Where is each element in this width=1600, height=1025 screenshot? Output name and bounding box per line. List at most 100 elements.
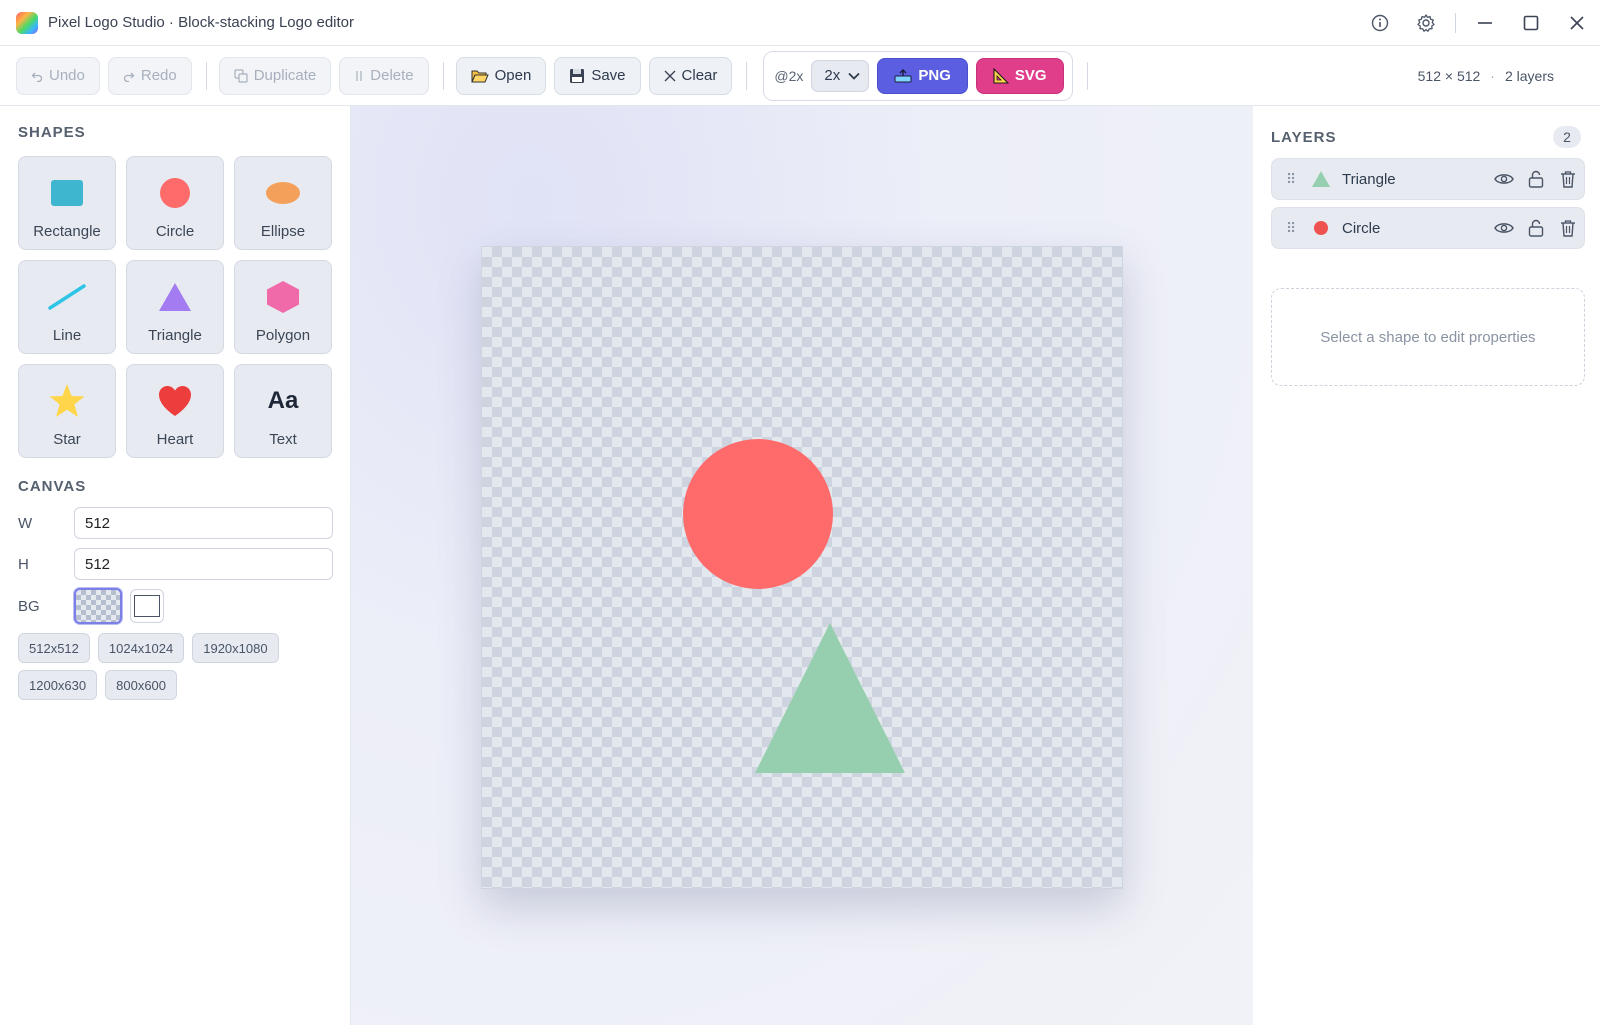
redo-icon [123,72,135,82]
title-separator [1455,13,1456,33]
left-sidebar: SHAPES Rectangle Circle Ellipse Line Tri… [0,106,351,1025]
clear-button[interactable]: Clear [648,56,733,95]
svg-label: SVG [1014,67,1047,84]
triangle-icon [155,279,195,315]
preset-1200x630[interactable]: 1200x630 [18,670,98,700]
layer-count-badge: 2 [1553,126,1581,148]
height-input[interactable]: 512 [74,548,333,580]
white-square-icon [134,595,160,617]
canvas-circle-shape[interactable] [683,439,833,589]
export-group: @2x 2x PNG SVG [763,50,1073,101]
trash-icon[interactable] [1552,212,1584,244]
drag-handle-icon[interactable]: ⠿ [1286,171,1300,188]
shape-label: Heart [156,431,194,448]
shape-label: Line [52,327,82,344]
duplicate-button[interactable]: Duplicate [218,56,332,95]
status-separator: · [1490,68,1495,84]
preset-1920x1080[interactable]: 1920x1080 [192,633,279,663]
layers-header: LAYERS 2 [1271,126,1581,148]
line-icon [47,279,87,315]
circle-icon [155,175,195,211]
text-icon-glyph: Aa [267,387,299,414]
star-icon [47,383,87,419]
bg-transparent-swatch[interactable] [74,588,122,624]
shape-tile-ellipse[interactable]: Ellipse [234,156,332,250]
shape-tile-star[interactable]: Star [18,364,116,458]
canvas-triangle-shape[interactable] [755,623,905,773]
delete-label: Delete [370,67,414,84]
delete-button[interactable]: Delete [339,56,429,95]
width-field-row: W 512 [18,507,333,539]
chevron-down-icon [848,72,861,80]
bg-white-swatch[interactable] [130,589,164,623]
shapes-heading: SHAPES [18,124,86,141]
trash-icon[interactable] [1552,163,1584,195]
triangle-ruler-icon [993,67,1009,84]
redo-button[interactable]: Redo [107,56,192,95]
bg-field-row: BG [18,588,333,624]
scale-select[interactable]: 2x [811,59,870,92]
canvas-status: 512 × 512 · 2 layers [1418,46,1554,106]
heart-icon [155,383,195,419]
shape-label: Text [269,431,297,448]
shape-label: Rectangle [33,223,101,240]
unlock-icon[interactable] [1520,212,1552,244]
size-presets-row-2: 1200x630 800x600 [18,670,178,700]
close-icon[interactable] [1554,0,1600,46]
shape-label: Star [53,431,81,448]
window-title: Pixel Logo Studio · Block-stacking Logo … [48,14,355,31]
layer-row-triangle[interactable]: ⠿ Triangle [1271,158,1585,200]
polygon-icon [263,279,303,315]
shape-palette: Rectangle Circle Ellipse Line Triangle P… [18,156,332,458]
info-icon[interactable] [1357,0,1403,46]
export-png-button[interactable]: PNG [877,57,968,94]
toolbar: Undo Redo Duplicate Delete Open Save Cle… [0,46,1600,106]
undo-button[interactable]: Undo [16,56,100,95]
x-icon [664,70,675,81]
layer-name: Circle [1342,219,1381,237]
scale-value: 2x [824,67,841,84]
canvas-size-text: 512 × 512 [1417,68,1481,84]
minimize-icon[interactable] [1462,0,1508,46]
toolbar-separator [1086,61,1088,90]
gear-icon[interactable] [1403,0,1449,46]
redo-label: Redo [140,67,177,84]
open-label: Open [494,67,532,84]
undo-label: Undo [49,67,85,84]
eye-icon[interactable] [1488,212,1520,244]
shape-tile-text[interactable]: Aa Text [234,364,332,458]
maximize-icon[interactable] [1508,0,1554,46]
canvas-workspace [351,106,1253,1025]
preset-800x600[interactable]: 800x600 [105,670,178,700]
save-button[interactable]: Save [554,56,641,95]
artboard[interactable] [481,246,1123,889]
shape-tile-rectangle[interactable]: Rectangle [18,156,116,250]
artboard-shapes [683,439,905,773]
shape-tile-line[interactable]: Line [18,260,116,354]
layer-row-circle[interactable]: ⠿ Circle [1271,207,1585,249]
duplicate-label: Duplicate [253,67,317,84]
floppy-disk-icon [570,68,585,83]
width-label: W [18,514,33,532]
shape-tile-circle[interactable]: Circle [126,156,224,250]
clear-label: Clear [681,67,718,84]
width-input[interactable]: 512 [74,507,333,539]
shape-tile-heart[interactable]: Heart [126,364,224,458]
size-presets-row-1: 512x512 1024x1024 1920x1080 [18,633,279,663]
eye-icon[interactable] [1488,163,1520,195]
duplicate-icon [234,68,248,83]
text-icon: Aa [263,383,303,419]
shape-tile-polygon[interactable]: Polygon [234,260,332,354]
png-label: PNG [918,67,951,84]
drag-handle-icon[interactable]: ⠿ [1286,220,1300,237]
unlock-icon[interactable] [1520,163,1552,195]
preset-512x512[interactable]: 512x512 [18,633,90,663]
right-sidebar: LAYERS 2 ⠿ Triangle ⠿ Circle Select a sh… [1253,106,1600,1025]
export-svg-button[interactable]: SVG [975,57,1064,94]
shape-label: Triangle [148,327,202,344]
preset-1024x1024[interactable]: 1024x1024 [97,633,185,663]
open-button[interactable]: Open [455,56,547,95]
shape-tile-triangle[interactable]: Triangle [126,260,224,354]
layer-name: Triangle [1342,170,1396,188]
rectangle-icon [47,175,87,211]
